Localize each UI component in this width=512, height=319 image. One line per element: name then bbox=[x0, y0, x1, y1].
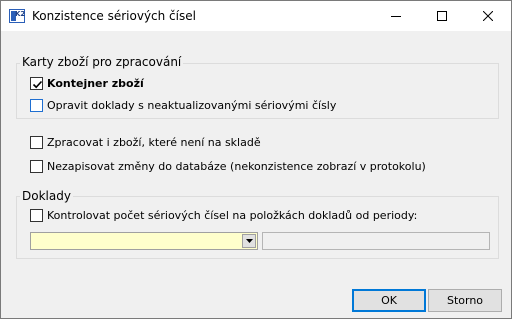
documents-group-legend: Doklady bbox=[20, 189, 73, 203]
app-icon-text: K2 bbox=[15, 10, 26, 18]
no-db-write-label: Nezapisovat změny do databáze (nekonzist… bbox=[47, 159, 426, 173]
ok-button[interactable]: OK bbox=[352, 289, 426, 312]
maximize-button[interactable] bbox=[419, 1, 465, 31]
container-goods-checkbox[interactable] bbox=[30, 76, 43, 90]
close-button[interactable] bbox=[465, 1, 511, 31]
title-bar[interactable]: K2 Konzistence sériových čísel bbox=[1, 1, 511, 31]
fix-documents-label: Opravit doklady s neaktualizovanými séri… bbox=[47, 98, 337, 112]
dialog-window: K2 Konzistence sériových čísel Karty zbo… bbox=[0, 0, 512, 319]
process-out-of-stock-label: Zpracovat i zboží, které není na skladě bbox=[47, 135, 261, 149]
chevron-down-icon bbox=[246, 239, 253, 243]
check-serial-count-checkbox[interactable] bbox=[30, 208, 43, 222]
minimize-button[interactable] bbox=[373, 1, 419, 31]
close-icon bbox=[483, 11, 493, 21]
check-serial-count-label: Kontrolovat počet sériových čísel na pol… bbox=[47, 208, 418, 222]
k2-app-icon: K2 bbox=[9, 9, 25, 23]
minimize-icon bbox=[391, 16, 401, 17]
period-combo-dropdown-button[interactable] bbox=[242, 234, 256, 248]
period-field[interactable] bbox=[262, 232, 490, 250]
container-goods-label: Kontejner zboží bbox=[47, 76, 144, 90]
no-db-write-checkbox[interactable] bbox=[30, 159, 43, 173]
cancel-button[interactable]: Storno bbox=[428, 289, 502, 312]
fix-documents-checkbox[interactable] bbox=[30, 98, 43, 112]
checkmark-icon bbox=[32, 80, 43, 88]
period-combo[interactable] bbox=[30, 232, 258, 250]
container-goods-option[interactable]: Kontejner zboží bbox=[30, 75, 144, 91]
process-out-of-stock-checkbox[interactable] bbox=[30, 135, 43, 149]
cards-group-legend: Karty zboží pro zpracování bbox=[20, 55, 184, 69]
window-title: Konzistence sériových čísel bbox=[32, 9, 196, 23]
fix-documents-option[interactable]: Opravit doklady s neaktualizovanými séri… bbox=[30, 97, 336, 113]
process-out-of-stock-option[interactable]: Zpracovat i zboží, které není na skladě bbox=[30, 134, 261, 150]
check-serial-count-option[interactable]: Kontrolovat počet sériových čísel na pol… bbox=[30, 207, 417, 223]
maximize-icon bbox=[437, 11, 447, 21]
no-db-write-option[interactable]: Nezapisovat změny do databáze (nekonzist… bbox=[30, 158, 426, 174]
